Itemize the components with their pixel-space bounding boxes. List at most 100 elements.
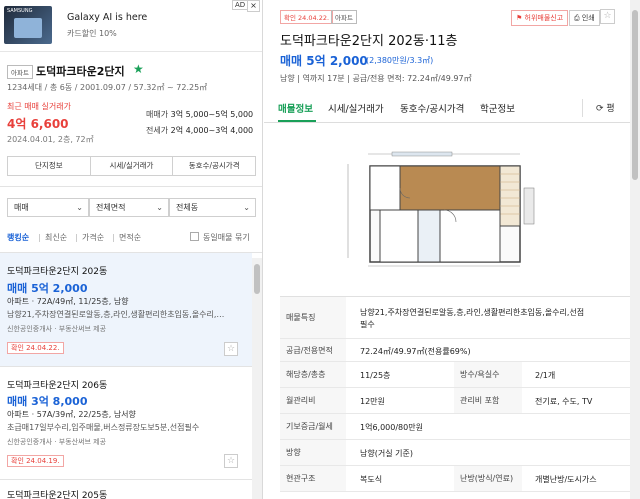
report-label: 허위매물신고 <box>524 14 564 22</box>
listing-price: 매매 3억 8,000 <box>7 395 88 408</box>
row-value-2: 2/1개 <box>535 371 556 380</box>
complex-name: 도덕파크타운2단지 <box>36 65 125 78</box>
table-row: 방향 남향(거실 기준) <box>280 440 630 466</box>
row-label-2: 관리비 포함 <box>454 388 522 413</box>
sort-area[interactable]: 면적순 <box>119 232 141 243</box>
listing-title: 도덕파크타운2단지 202동 <box>7 267 108 277</box>
row-label: 현관구조 <box>280 466 346 491</box>
table-row: 현관구조 복도식 난방(방식/연료) 개별난방/도시가스 <box>280 466 630 492</box>
refresh-icon: ⟳ <box>596 104 607 114</box>
ad-thumbnail[interactable]: SAMSUNG <box>4 6 52 44</box>
recent-trade-label: 최근 매매 실거래가 <box>7 102 71 111</box>
sort-price[interactable]: 가격순 <box>82 232 104 243</box>
detail-tabs: 매물정보 시세/실거래가 동호수/공시가격 학군정보 ⟳ 평 <box>264 95 630 123</box>
ad-subtitle: 카드할인 10% <box>67 29 117 38</box>
row-label-2: 난방(방식/연료) <box>454 466 522 491</box>
detail-scrollbar[interactable] <box>630 0 640 499</box>
row-value-line2: 필수 <box>360 320 375 329</box>
chevron-down-icon: ⌄ <box>156 203 163 212</box>
sale-price-range: 매매가 3억 5,000~5억 5,000 <box>146 109 253 120</box>
row-value: 남향21,주차장연결된로알동,층,라인,생활편리한초입동,올수리,선점 <box>360 308 585 317</box>
area-select[interactable]: 전체면적 ⌄ <box>89 198 169 217</box>
print-button[interactable]: ⎙ 인쇄 <box>569 10 600 26</box>
chevron-down-icon: ⌄ <box>243 203 250 212</box>
listing-star-icon[interactable]: ☆ <box>224 342 238 356</box>
siren-icon: ⚑ <box>516 14 525 22</box>
listing-title: 도덕파크타운2단지 206동 <box>7 381 108 391</box>
sort-ranking[interactable]: 랭킹순 <box>7 232 29 243</box>
detail-meta: 남향 | 역까지 17분 | 공급/전용 면적: 72.24㎡/49.97㎡ <box>280 74 472 83</box>
print-label: 인쇄 <box>581 14 595 22</box>
ad-close-icon[interactable]: × <box>247 0 260 12</box>
detail-type-badge: 아파트 <box>331 10 357 24</box>
row-value: 1억6,000/80만원 <box>360 423 423 432</box>
detail-title: 도덕파크타운2단지 202동·11층 <box>280 34 458 49</box>
floor-plan-image[interactable] <box>344 148 558 272</box>
scrollbar-thumb[interactable] <box>632 10 638 180</box>
table-row: 매물특징 남향21,주차장연결된로알동,층,라인,생활편리한초입동,올수리,선점… <box>280 297 630 339</box>
jeonse-price-range: 전세가 2억 4,000~3억 4,000 <box>146 125 253 136</box>
listing-title: 도덕파크타운2단지 205동 <box>7 491 108 499</box>
detail-date-badge: 확인 24.04.22. <box>280 10 334 24</box>
tab-complex-info[interactable]: 단지정보 <box>8 157 91 175</box>
divider <box>582 99 583 117</box>
dong-select[interactable]: 전체동 ⌄ <box>169 198 256 217</box>
pyeong-label: 평 <box>606 104 615 114</box>
row-label: 매물특징 <box>280 297 346 338</box>
complex-info: 1234세대 / 총 6동 / 2001.09.07 / 57.32㎡ ~ 72… <box>7 83 208 92</box>
phone-image <box>14 18 42 38</box>
ad-banner[interactable]: SAMSUNG Galaxy AI is here 카드할인 10% AD × <box>0 0 262 52</box>
same-listing-label[interactable]: 동일매물 묶기 <box>203 232 250 243</box>
listing-price: 매매 5억 2,000 <box>7 282 88 295</box>
row-value: 남향(거실 기준) <box>360 449 413 458</box>
row-value: 11/25층 <box>360 371 391 380</box>
recent-trade-date: 2024.04.01, 2층, 72㎡ <box>7 135 94 144</box>
ad-title[interactable]: Galaxy AI is here <box>67 12 147 23</box>
trade-type-select[interactable]: 매매 ⌄ <box>7 198 89 217</box>
row-value: 복도식 <box>360 475 383 484</box>
divider <box>76 234 77 242</box>
tab-school-info[interactable]: 학군정보 <box>480 101 515 115</box>
dong-value: 전체동 <box>176 203 199 212</box>
complex-type-badge: 아파트 <box>7 65 33 79</box>
area-value: 전체면적 <box>96 203 126 212</box>
report-false-listing-button[interactable]: ⚑ 허위매물신고 <box>511 10 569 26</box>
listing-desc: 남향21,주차장연결된로알동,층,라인,생활편리한초입동,올수리,… <box>7 310 225 319</box>
divider <box>0 186 262 187</box>
table-row: 기보증금/월세 1억6,000/80만원 <box>280 414 630 440</box>
listing-detail-panel: 확인 24.04.22. 아파트 ⚑ 허위매물신고 ⎙ 인쇄 ☆ 도덕파크타운2… <box>264 0 640 499</box>
tab-market-price[interactable]: 시세/실거래가 <box>328 101 384 115</box>
tab-unit-price[interactable]: 동호수/공시가격 <box>400 101 464 115</box>
detail-price: 매매 5억 2,000 <box>280 54 368 68</box>
table-row: 해당층/총층 11/25층 방수/욕실수 2/1개 <box>280 362 630 388</box>
sort-latest[interactable]: 최신순 <box>45 232 67 243</box>
row-label-2: 방수/욕실수 <box>454 362 522 387</box>
listing-agent: 신한공인중개사 · 부동산써브 제공 <box>7 325 107 333</box>
row-label: 해당층/총층 <box>280 362 346 387</box>
favorite-star-icon[interactable]: ★ <box>133 62 144 76</box>
row-label: 공급/전용면적 <box>280 339 346 361</box>
row-label: 월관리비 <box>280 388 346 413</box>
list-item[interactable]: 도덕파크타운2단지 206동 매매 3억 8,000 아파트 · 57A/39㎡… <box>0 367 252 480</box>
tab-market-price[interactable]: 시세/실거래가 <box>91 157 174 175</box>
ad-badge: AD <box>232 0 249 10</box>
tab-listing-info[interactable]: 매물정보 <box>278 101 313 115</box>
listing-scrollbar[interactable] <box>252 258 262 499</box>
listing-panel: SAMSUNG Galaxy AI is here 카드할인 10% AD × … <box>0 0 263 499</box>
ad-brand: SAMSUNG <box>7 8 33 14</box>
scrollbar-thumb[interactable] <box>254 264 260 294</box>
listing-spec: 아파트 · 72A/49㎡, 11/25층, 남향 <box>7 297 129 306</box>
tab-unit-price[interactable]: 동호수/공시가격 <box>173 157 255 175</box>
list-item[interactable]: 도덕파크타운2단지 205동 <box>0 480 252 499</box>
same-listing-checkbox[interactable] <box>190 232 199 241</box>
listing-star-icon[interactable]: ☆ <box>224 454 238 468</box>
printer-icon: ⎙ <box>574 14 582 22</box>
list-item[interactable]: 도덕파크타운2단지 202동 매매 5억 2,000 아파트 · 72A/49㎡… <box>0 253 252 367</box>
detail-star-icon[interactable]: ☆ <box>600 9 615 24</box>
row-value-2: 개별난방/도시가스 <box>535 475 597 484</box>
jeonse-price-value: 2억 4,000~3억 4,000 <box>170 126 254 135</box>
pyeong-toggle-button[interactable]: ⟳ 평 <box>596 101 615 114</box>
listing-desc: 초급매17일부수리,입주매물,버스정류장도보5분,선점필수 <box>7 423 200 432</box>
sale-price-label: 매매가 <box>146 110 169 119</box>
recent-trade-price: 4억 6,600 <box>7 117 69 131</box>
